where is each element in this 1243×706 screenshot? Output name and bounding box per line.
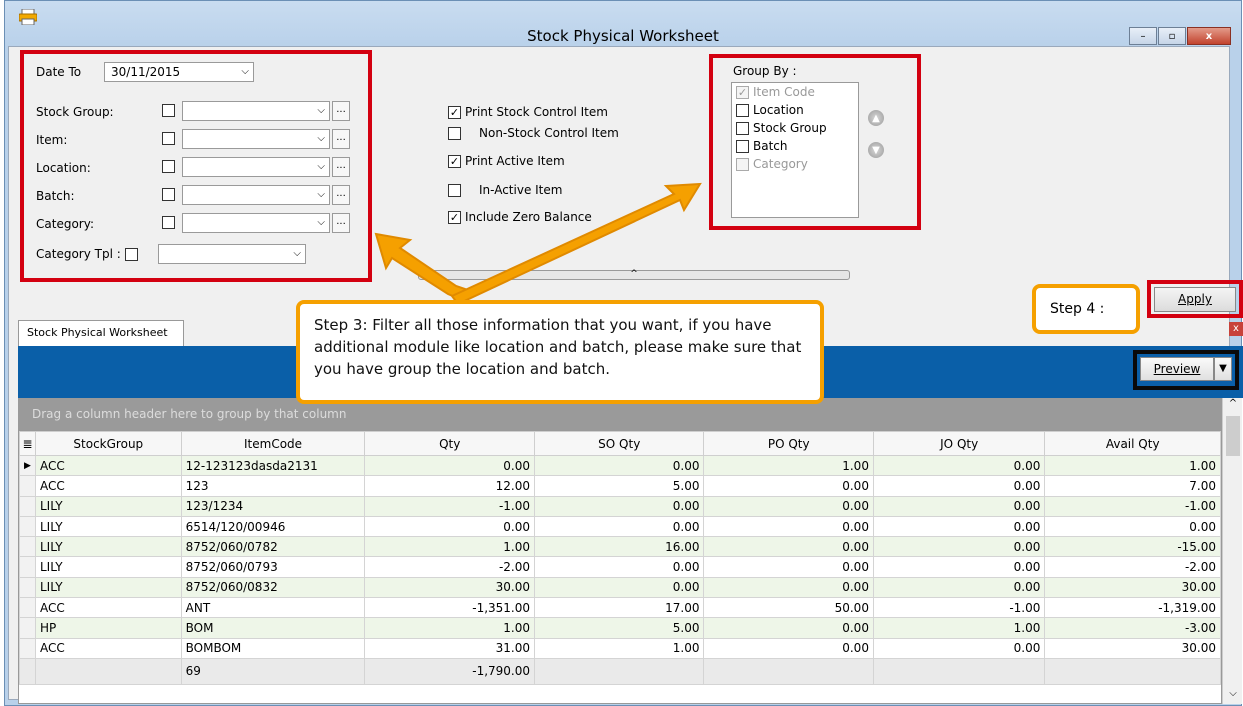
arrow-to-filters [374,232,477,302]
arrow-to-group-by [450,182,702,306]
step3-callout: Step 3: Filter all those information tha… [296,300,824,404]
step4-callout: Step 4 : [1032,284,1140,334]
